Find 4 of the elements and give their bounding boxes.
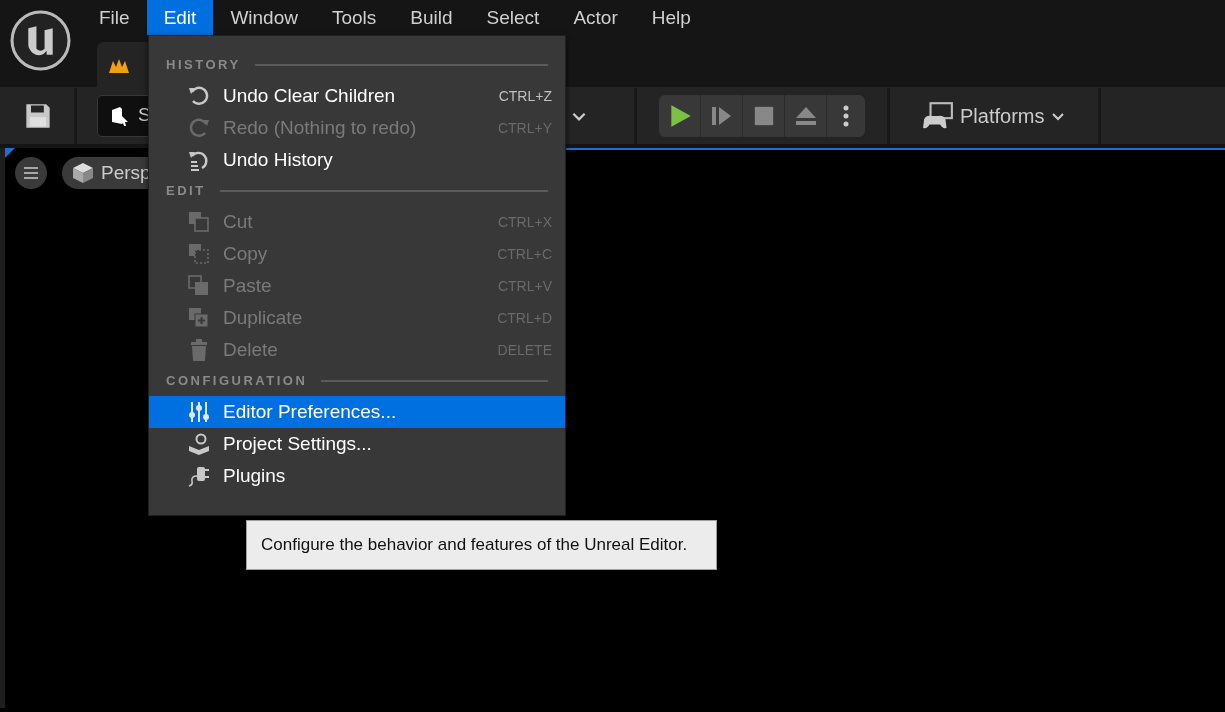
- shortcut-label: CTRL+Z: [498, 86, 552, 106]
- section-heading: HISTORY: [166, 56, 241, 75]
- section-heading: CONFIGURATION: [166, 372, 308, 391]
- tooltip: Configure the behavior and features of the Unreal Editor.: [246, 520, 717, 570]
